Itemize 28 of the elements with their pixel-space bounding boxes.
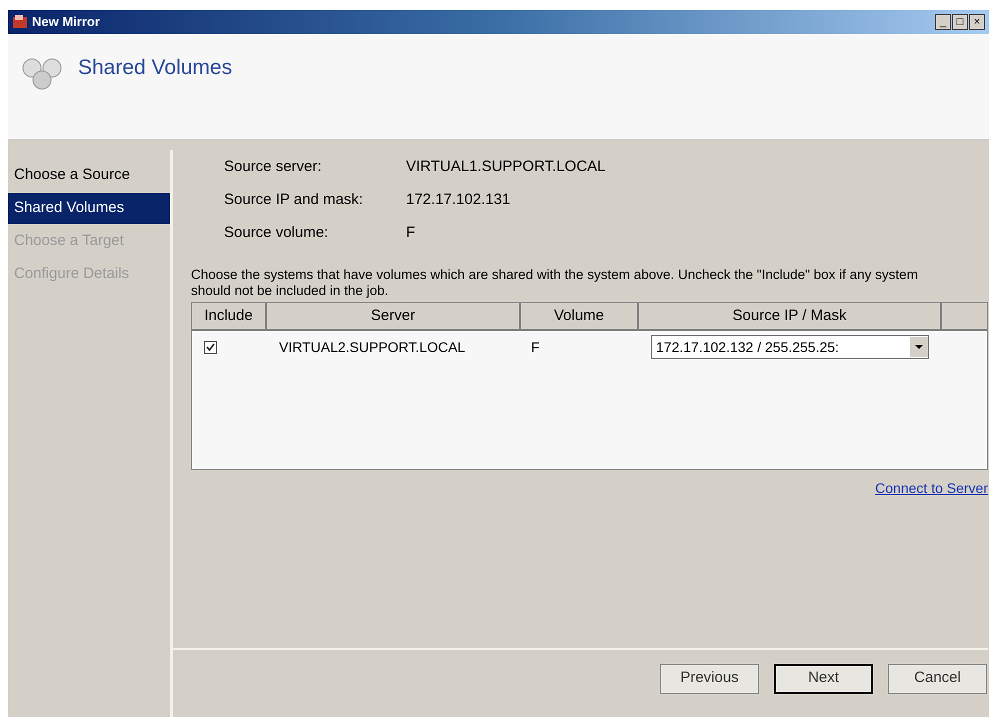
table-cell-text: VIRTUAL2.SUPPORT.LOCAL: [278, 338, 466, 356]
app-icon: [12, 14, 28, 30]
instructions-text: Choose the systems that have volumes which are shared with the system above. Uncheck the "Include" box if any system should not be included in the job.: [191, 267, 919, 299]
window-title: New Mirror: [32, 13, 100, 32]
info-value: VIRTUAL1.SUPPORT.LOCAL: [406, 156, 606, 177]
window-control-button[interactable]: ×: [969, 14, 985, 30]
wizard-step[interactable]: Shared Volumes: [8, 193, 170, 224]
column-header[interactable]: Include: [192, 303, 267, 329]
column-header[interactable]: Volume: [521, 303, 639, 329]
table-cell-text: F: [530, 338, 541, 356]
column-header[interactable]: Server: [267, 303, 521, 329]
info-value: 172.17.102.131: [406, 190, 510, 210]
info-value: F: [406, 222, 416, 243]
page-heading: Shared Volumes: [78, 55, 232, 81]
info-label: Source IP and mask:: [224, 190, 364, 210]
wizard-button[interactable]: Next: [774, 664, 873, 694]
info-label: Source volume:: [224, 222, 330, 243]
wizard-button[interactable]: Cancel: [888, 664, 987, 694]
connect-to-server-link[interactable]: Connect to Server: [875, 478, 988, 499]
window-control-button[interactable]: □: [952, 14, 968, 30]
window-control-button[interactable]: _: [935, 14, 951, 30]
include-checkbox[interactable]: [204, 340, 217, 354]
column-header[interactable]: Source IP / Mask: [639, 303, 942, 329]
wizard-step[interactable]: Choose a Source: [8, 160, 170, 191]
ip-mask-dropdown[interactable]: 172.17.102.132 / 255.255.25:: [651, 335, 929, 359]
wizard-button[interactable]: Previous: [660, 664, 759, 694]
checkmark-icon: [206, 342, 215, 352]
info-label: Source server:: [224, 156, 323, 177]
